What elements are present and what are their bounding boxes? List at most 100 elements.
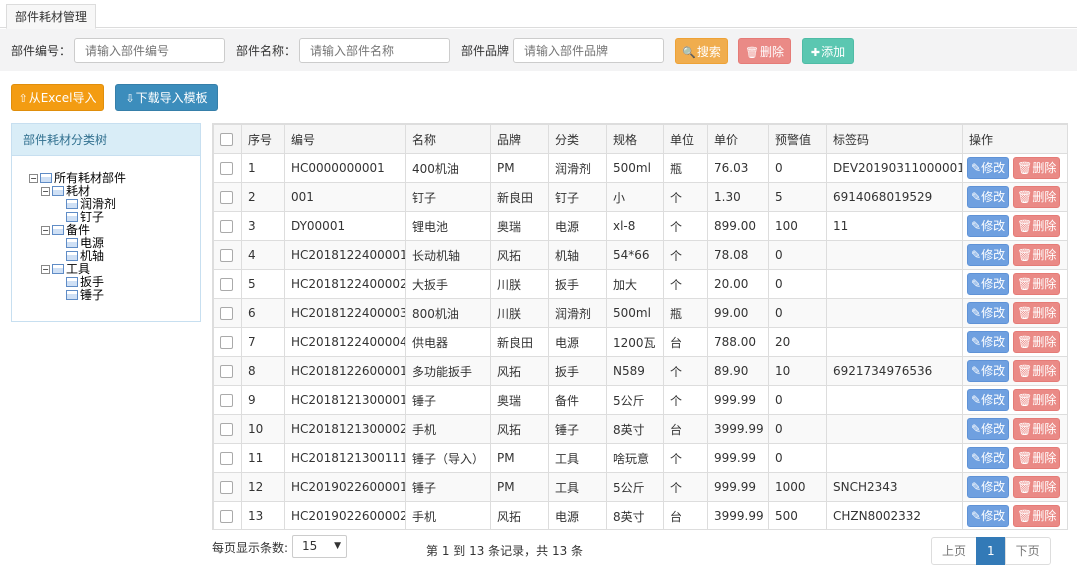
table-row[interactable]: 10 HC2018121300002 手机 风拓 锤子 8英寸台 3999.99 0 ✎修改 🗑删… bbox=[213, 414, 1067, 444]
row-checkbox[interactable] bbox=[220, 336, 233, 349]
table-cell: 加大 bbox=[606, 269, 664, 299]
table-cell: 5公斤 bbox=[606, 472, 664, 502]
table-cell: 8英寸 bbox=[606, 501, 664, 529]
brand-input[interactable] bbox=[513, 38, 664, 63]
row-checkbox[interactable] bbox=[220, 394, 233, 407]
table-body: 1 HC0000000001 400机油 PM 润滑剂 500ml 瓶 76.03 0 DEV20… bbox=[213, 153, 1067, 529]
row-checkbox[interactable] bbox=[220, 278, 233, 291]
row-delete-button[interactable]: 🗑删除 bbox=[1013, 331, 1061, 353]
row-delete-button[interactable]: 🗑删除 bbox=[1013, 186, 1061, 208]
row-checkbox[interactable] bbox=[220, 510, 233, 523]
row-checkbox[interactable] bbox=[220, 162, 233, 175]
row-select-cell bbox=[213, 153, 242, 183]
edit-button[interactable]: ✎修改 bbox=[967, 157, 1010, 179]
row-delete-button[interactable]: 🗑删除 bbox=[1013, 360, 1061, 382]
search-button[interactable]: 🔍搜索 bbox=[675, 38, 728, 64]
table-cell: 54*66 bbox=[606, 240, 664, 270]
pencil-icon: ✎ bbox=[971, 277, 982, 291]
table-row[interactable]: 9 HC2018121300001 锤子 奥瑞 备件 5公斤个 999.99 0 ✎修改 🗑删除 bbox=[213, 385, 1067, 415]
pencil-icon: ✎ bbox=[971, 306, 982, 320]
trash-icon: 🗑 bbox=[1017, 190, 1033, 204]
table-cell: 6 bbox=[241, 298, 285, 328]
page-size-select[interactable]: 15 ▼ bbox=[292, 535, 347, 558]
table-cell: 个 bbox=[663, 269, 708, 299]
collapse-toggle-icon[interactable]: − bbox=[41, 226, 50, 235]
row-checkbox[interactable] bbox=[220, 220, 233, 233]
edit-button[interactable]: ✎修改 bbox=[967, 215, 1010, 237]
table-cell: 工具 bbox=[548, 443, 607, 473]
edit-button[interactable]: ✎修改 bbox=[967, 302, 1010, 324]
table-row[interactable]: 13 HC2019022600002 手机 风拓 电源 8英寸台 3999.99 500 CHZ… bbox=[213, 501, 1067, 529]
table-cell: 长动机轴 bbox=[405, 240, 491, 270]
row-checkbox[interactable] bbox=[220, 423, 233, 436]
row-delete-button[interactable]: 🗑删除 bbox=[1013, 476, 1061, 498]
table-cell: 5公斤 bbox=[606, 385, 664, 415]
add-button[interactable]: ✚添加 bbox=[802, 38, 854, 64]
row-actions: ✎修改 🗑删除 bbox=[962, 385, 1067, 415]
table-cell: HC2018121300111 bbox=[284, 443, 406, 473]
table-cell: 个 bbox=[663, 240, 708, 270]
edit-button[interactable]: ✎修改 bbox=[967, 186, 1010, 208]
delete-button[interactable]: 🗑删除 bbox=[738, 38, 791, 64]
edit-button[interactable]: ✎修改 bbox=[967, 273, 1010, 295]
table-cell: 899.00 bbox=[707, 211, 769, 241]
page-size-label: 每页显示条数: bbox=[212, 541, 289, 555]
table-row[interactable]: 4 HC2018122400001 长动机轴 风拓 机轴 54*66 个 78.08 0 ✎修改 🗑… bbox=[213, 240, 1067, 270]
edit-button[interactable]: ✎修改 bbox=[967, 418, 1010, 440]
table-row[interactable]: 3 DY00001 锂电池 奥瑞 电源 xl-8 个 899.00 100 11 ✎修改 🗑删除 bbox=[213, 211, 1067, 241]
collapse-toggle-icon[interactable]: − bbox=[29, 174, 38, 183]
table-cell: 个 bbox=[663, 443, 708, 473]
prev-page-button[interactable]: 上页 bbox=[931, 537, 978, 565]
table-cell: 川朕 bbox=[490, 298, 549, 328]
table-row[interactable]: 12 HC2019022600001 锤子 PM 工具 5公斤个 999.99 1000 SNC… bbox=[213, 472, 1067, 502]
select-all-checkbox[interactable] bbox=[220, 133, 233, 146]
table-cell: HC2019022600002 bbox=[284, 501, 406, 529]
table-cell: 润滑剂 bbox=[548, 298, 607, 328]
table-row[interactable]: 8 HC2018122600001 多功能扳手 风拓 扳手 N589 个 89.90 10 692… bbox=[213, 356, 1067, 386]
row-checkbox[interactable] bbox=[220, 191, 233, 204]
row-delete-button[interactable]: 🗑删除 bbox=[1013, 215, 1061, 237]
row-checkbox[interactable] bbox=[220, 249, 233, 262]
collapse-toggle-icon[interactable]: − bbox=[41, 265, 50, 274]
edit-button[interactable]: ✎修改 bbox=[967, 505, 1010, 527]
edit-button[interactable]: ✎修改 bbox=[967, 389, 1010, 411]
download-template-button[interactable]: ⇩下载导入模板 bbox=[115, 84, 218, 111]
edit-button[interactable]: ✎修改 bbox=[967, 331, 1010, 353]
row-checkbox[interactable] bbox=[220, 481, 233, 494]
table-row[interactable]: 11 HC2018121300111 锤子（导入） PM 工具 啥玩意个 999.99 0 ✎修… bbox=[213, 443, 1067, 473]
row-delete-button[interactable]: 🗑删除 bbox=[1013, 273, 1061, 295]
table-cell: 11 bbox=[826, 211, 963, 241]
next-page-button[interactable]: 下页 bbox=[1004, 537, 1051, 565]
table-row[interactable]: 7 HC2018122400004 供电器 新良田 电源 1200瓦台 788.00 20 ✎修… bbox=[213, 327, 1067, 357]
table-cell: 7 bbox=[241, 327, 285, 357]
row-checkbox[interactable] bbox=[220, 307, 233, 320]
edit-button[interactable]: ✎修改 bbox=[967, 476, 1010, 498]
collapse-toggle-icon[interactable]: − bbox=[41, 187, 50, 196]
row-delete-button[interactable]: 🗑删除 bbox=[1013, 418, 1061, 440]
row-delete-button[interactable]: 🗑删除 bbox=[1013, 302, 1061, 324]
row-delete-button[interactable]: 🗑删除 bbox=[1013, 244, 1061, 266]
tree-node-leaf[interactable]: 锤子 bbox=[66, 289, 104, 302]
page-1-button[interactable]: 1 bbox=[976, 537, 1006, 565]
row-checkbox[interactable] bbox=[220, 365, 233, 378]
row-select-cell bbox=[213, 298, 242, 328]
edit-button[interactable]: ✎修改 bbox=[967, 447, 1010, 469]
row-checkbox[interactable] bbox=[220, 452, 233, 465]
row-delete-button[interactable]: 🗑删除 bbox=[1013, 157, 1061, 179]
table-row[interactable]: 1 HC0000000001 400机油 PM 润滑剂 500ml 瓶 76.03 0 DEV20… bbox=[213, 153, 1067, 183]
tab-parts-consumables[interactable]: 部件耗材管理 bbox=[6, 4, 97, 29]
table-row[interactable]: 6 HC2018122400003 800机油 川朕 润滑剂 500ml 瓶 99.00 0 ✎修… bbox=[213, 298, 1067, 328]
row-delete-button[interactable]: 🗑删除 bbox=[1013, 447, 1061, 469]
edit-button[interactable]: ✎修改 bbox=[967, 244, 1010, 266]
table-row[interactable]: 5 HC2018122400002 大扳手 川朕 扳手 加大个 20.00 0 ✎修改 🗑删除 bbox=[213, 269, 1067, 299]
row-delete-button[interactable]: 🗑删除 bbox=[1013, 505, 1061, 527]
row-actions: ✎修改 🗑删除 bbox=[962, 356, 1067, 386]
code-input[interactable] bbox=[74, 38, 225, 63]
tree-node-label: 工具 bbox=[66, 262, 91, 276]
name-input[interactable] bbox=[299, 38, 450, 63]
import-excel-button[interactable]: ⇧从Excel导入 bbox=[11, 84, 104, 111]
table-cell: 瓶 bbox=[663, 153, 708, 183]
edit-button[interactable]: ✎修改 bbox=[967, 360, 1010, 382]
table-row[interactable]: 2 001 钉子 新良田 钉子小个 1.30 5 6914068019529 ✎修改 🗑删除 bbox=[213, 182, 1067, 212]
row-delete-button[interactable]: 🗑删除 bbox=[1013, 389, 1061, 411]
